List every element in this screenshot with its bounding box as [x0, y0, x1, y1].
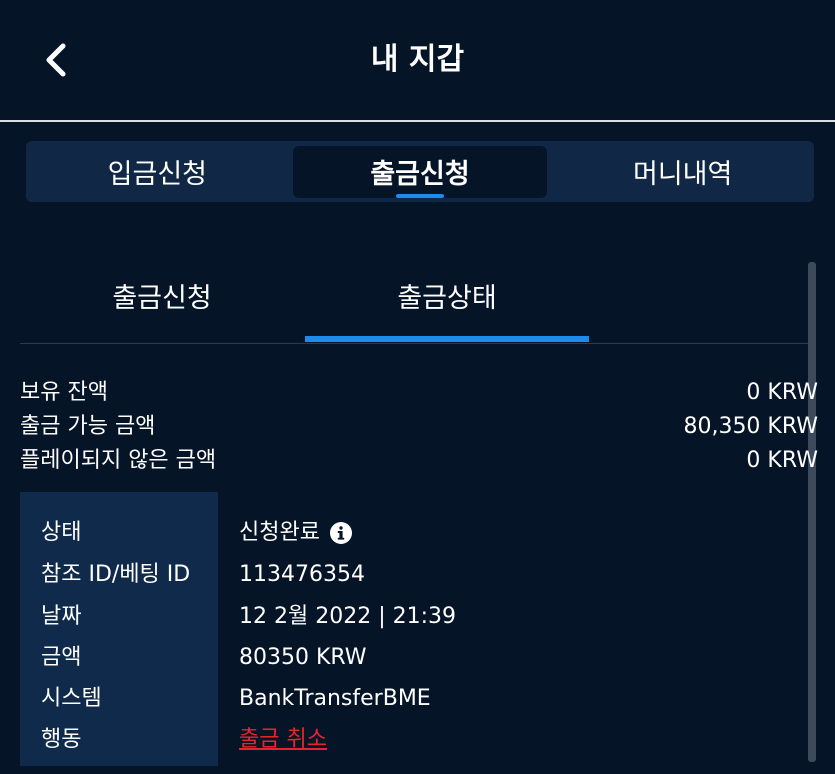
status-value: 113476354	[239, 562, 365, 587]
tab-label: 머니내역	[632, 159, 733, 190]
tab-withdraw-request[interactable]: 출금신청	[292, 145, 548, 198]
tab-label: 출금신청	[370, 159, 470, 190]
status-row-state: 상태 신청완료	[20, 513, 808, 553]
balance-label: 보유 잔액	[20, 380, 108, 405]
page-title: 내 지갑	[370, 42, 465, 77]
active-tab-indicator	[396, 193, 444, 198]
subtab-label: 출금신청	[112, 282, 212, 314]
status-value: 신청완료	[239, 513, 352, 553]
status-label: 행동	[41, 727, 82, 752]
status-value: BankTransferBME	[239, 686, 431, 711]
status-row-amount: 금액 80350 KRW	[20, 638, 808, 678]
header: 내 지갑	[0, 0, 835, 120]
status-label: 시스템	[41, 686, 102, 711]
tab-deposit-request[interactable]: 입금신청	[30, 146, 285, 198]
status-row-action: 행동 출금 취소	[20, 720, 808, 760]
status-label: 금액	[41, 645, 82, 670]
header-divider	[0, 120, 835, 122]
status-label: 상태	[41, 520, 82, 545]
balance-label: 플레이되지 않은 금액	[20, 448, 217, 473]
balance-value: 80,350 KRW	[683, 414, 818, 439]
status-text: 신청완료	[239, 520, 320, 545]
wallet-screen: 내 지갑 입금신청 출금신청 머니내역 출금신청 출금상태 보유 잔액 0 KR…	[0, 0, 835, 774]
subtab-label: 출금상태	[397, 282, 497, 314]
tab-label: 입금신청	[107, 159, 208, 190]
cancel-withdraw-link[interactable]: 출금 취소	[239, 720, 327, 760]
active-subtab-indicator	[305, 336, 589, 342]
status-row-reference-id: 참조 ID/베팅 ID 113476354	[20, 555, 808, 595]
subtab-divider	[20, 343, 816, 344]
status-value: 출금 취소	[239, 720, 327, 760]
main-tab-bar: 입금신청 출금신청 머니내역	[26, 141, 814, 202]
status-value: 80350 KRW	[239, 645, 367, 670]
info-circle-icon[interactable]	[329, 522, 352, 544]
balance-summary: 보유 잔액 0 KRW 출금 가능 금액 80,350 KRW 플레이되지 않은…	[20, 376, 818, 478]
sub-tab-bar: 출금신청 출금상태	[20, 250, 816, 342]
balance-value: 0 KRW	[746, 448, 818, 473]
status-row-system: 시스템 BankTransferBME	[20, 679, 808, 719]
status-label: 날짜	[41, 604, 82, 629]
status-label: 참조 ID/베팅 ID	[41, 562, 191, 587]
status-row-date: 날짜 12 2월 2022 | 21:39	[20, 597, 808, 637]
scrollbar[interactable]	[808, 262, 816, 762]
tab-money-history[interactable]: 머니내역	[555, 146, 810, 198]
balance-row-unplayed: 플레이되지 않은 금액 0 KRW	[20, 444, 818, 478]
status-value: 12 2월 2022 | 21:39	[239, 604, 457, 629]
balance-value: 0 KRW	[746, 380, 818, 405]
subtab-withdraw-status[interactable]: 출금상태	[305, 250, 589, 340]
balance-label: 출금 가능 금액	[20, 414, 156, 439]
withdraw-status-panel: 상태 신청완료 참조 ID/베팅 ID 113476354 날짜 12 2월 2…	[20, 492, 808, 766]
subtab-withdraw-request[interactable]: 출금신청	[20, 250, 304, 340]
balance-row-withdrawable: 출금 가능 금액 80,350 KRW	[20, 410, 818, 444]
balance-row-held: 보유 잔액 0 KRW	[20, 376, 818, 410]
